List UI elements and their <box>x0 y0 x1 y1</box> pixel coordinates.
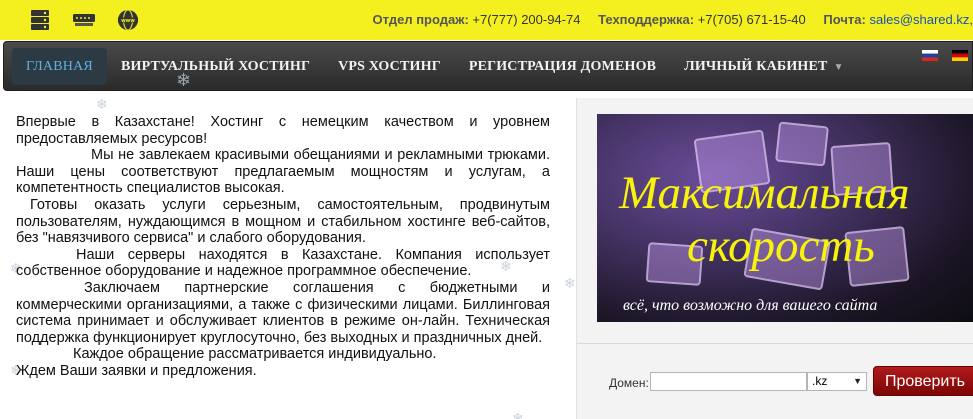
intro-paragraph: Мы не завлекаем красивыми обещаниями и р… <box>16 147 550 197</box>
domain-input[interactable] <box>650 372 807 391</box>
domain-check-form: Домен: .kz ▼ Проверить <box>577 364 973 404</box>
nav-item-account[interactable]: ЛИЧНЫЙ КАБИНЕТ ▼ <box>670 48 858 85</box>
intro-paragraph: Впервые в Казахстане! Хостинг с немецким… <box>16 114 550 147</box>
chevron-down-icon: ▼ <box>853 376 862 386</box>
check-domain-button[interactable]: Проверить <box>873 366 973 396</box>
nav-item-domain-registration[interactable]: РЕГИСТРАЦИЯ ДОМЕНОВ <box>455 48 670 85</box>
nav-item-home[interactable]: ГЛАВНАЯ <box>12 48 107 85</box>
domain-label: Домен: <box>609 376 649 390</box>
chevron-down-icon: ▼ <box>833 62 844 73</box>
right-panel: Максимальная скорость всё, что возможно … <box>576 98 973 419</box>
nav-item-virtual-hosting[interactable]: ВИРТУАЛЬНЫЙ ХОСТИНГ <box>107 48 324 85</box>
banner-subtitle: всё, что возможно для вашего сайта <box>623 297 878 314</box>
support-phone: +7(705) 671-15-40 <box>697 12 806 27</box>
sales-phone: +7(777) 200-94-74 <box>472 12 581 27</box>
www-globe-icon[interactable]: www <box>116 8 140 32</box>
sales-label: Отдел продаж: <box>372 12 469 27</box>
network-switch-icon[interactable] <box>72 8 96 32</box>
intro-paragraph: Ждем Ваши заявки и предложения. <box>16 362 257 379</box>
language-flags <box>922 50 968 61</box>
main-navigation: ГЛАВНАЯ ВИРТУАЛЬНЫЙ ХОСТИНГ VPS ХОСТИНГ … <box>3 41 973 91</box>
divider <box>577 343 973 344</box>
nav-items: ГЛАВНАЯ ВИРТУАЛЬНЫЙ ХОСТИНГ VPS ХОСТИНГ … <box>12 48 858 85</box>
intro-text: Впервые в Казахстане! Хостинг с немецким… <box>16 114 550 380</box>
top-bar: www Отдел продаж: +7(777) 200-94-74 Техп… <box>0 0 973 40</box>
intro-paragraph: Готовы оказать услуги серьезным, самосто… <box>16 196 550 247</box>
contact-info: Отдел продаж: +7(777) 200-94-74 Техподде… <box>373 12 973 27</box>
svg-text:www: www <box>121 18 135 24</box>
germany-flag-icon[interactable] <box>952 50 968 61</box>
snowflake-icon: ❄ <box>96 96 108 112</box>
mail-label: Почта: <box>823 12 866 27</box>
domain-zone-value: .kz <box>812 374 828 388</box>
banner-title-line1: Максимальная <box>619 167 910 219</box>
domain-zone-select[interactable]: .kz ▼ <box>807 372 867 391</box>
intro-paragraph: Заключаем партнерские соглашения с бюдже… <box>16 279 550 346</box>
snowflake-icon: ❄ <box>176 70 192 90</box>
nav-item-vps-hosting[interactable]: VPS ХОСТИНГ <box>324 48 455 85</box>
support-label: Техподдержка: <box>598 12 695 27</box>
russia-flag-icon[interactable] <box>922 50 938 61</box>
intro-paragraph: Каждое обращение рассматривается индивид… <box>73 346 437 363</box>
intro-paragraph: Наши серверы находятся в Казахстане. Ком… <box>16 246 550 280</box>
snowflake-icon: ❄ <box>564 275 576 291</box>
server-icon[interactable] <box>28 8 52 32</box>
banner-tile <box>775 121 829 167</box>
top-icons: www <box>28 8 140 32</box>
nav-item-account-label: ЛИЧНЫЙ КАБИНЕТ <box>684 59 828 74</box>
speed-banner[interactable]: Максимальная скорость всё, что возможно … <box>597 114 973 322</box>
banner-title-line2: скорость <box>687 220 875 272</box>
mail-link[interactable]: sales@shared.kz, <box>869 12 973 27</box>
snowflake-icon: ❄ <box>512 410 524 419</box>
